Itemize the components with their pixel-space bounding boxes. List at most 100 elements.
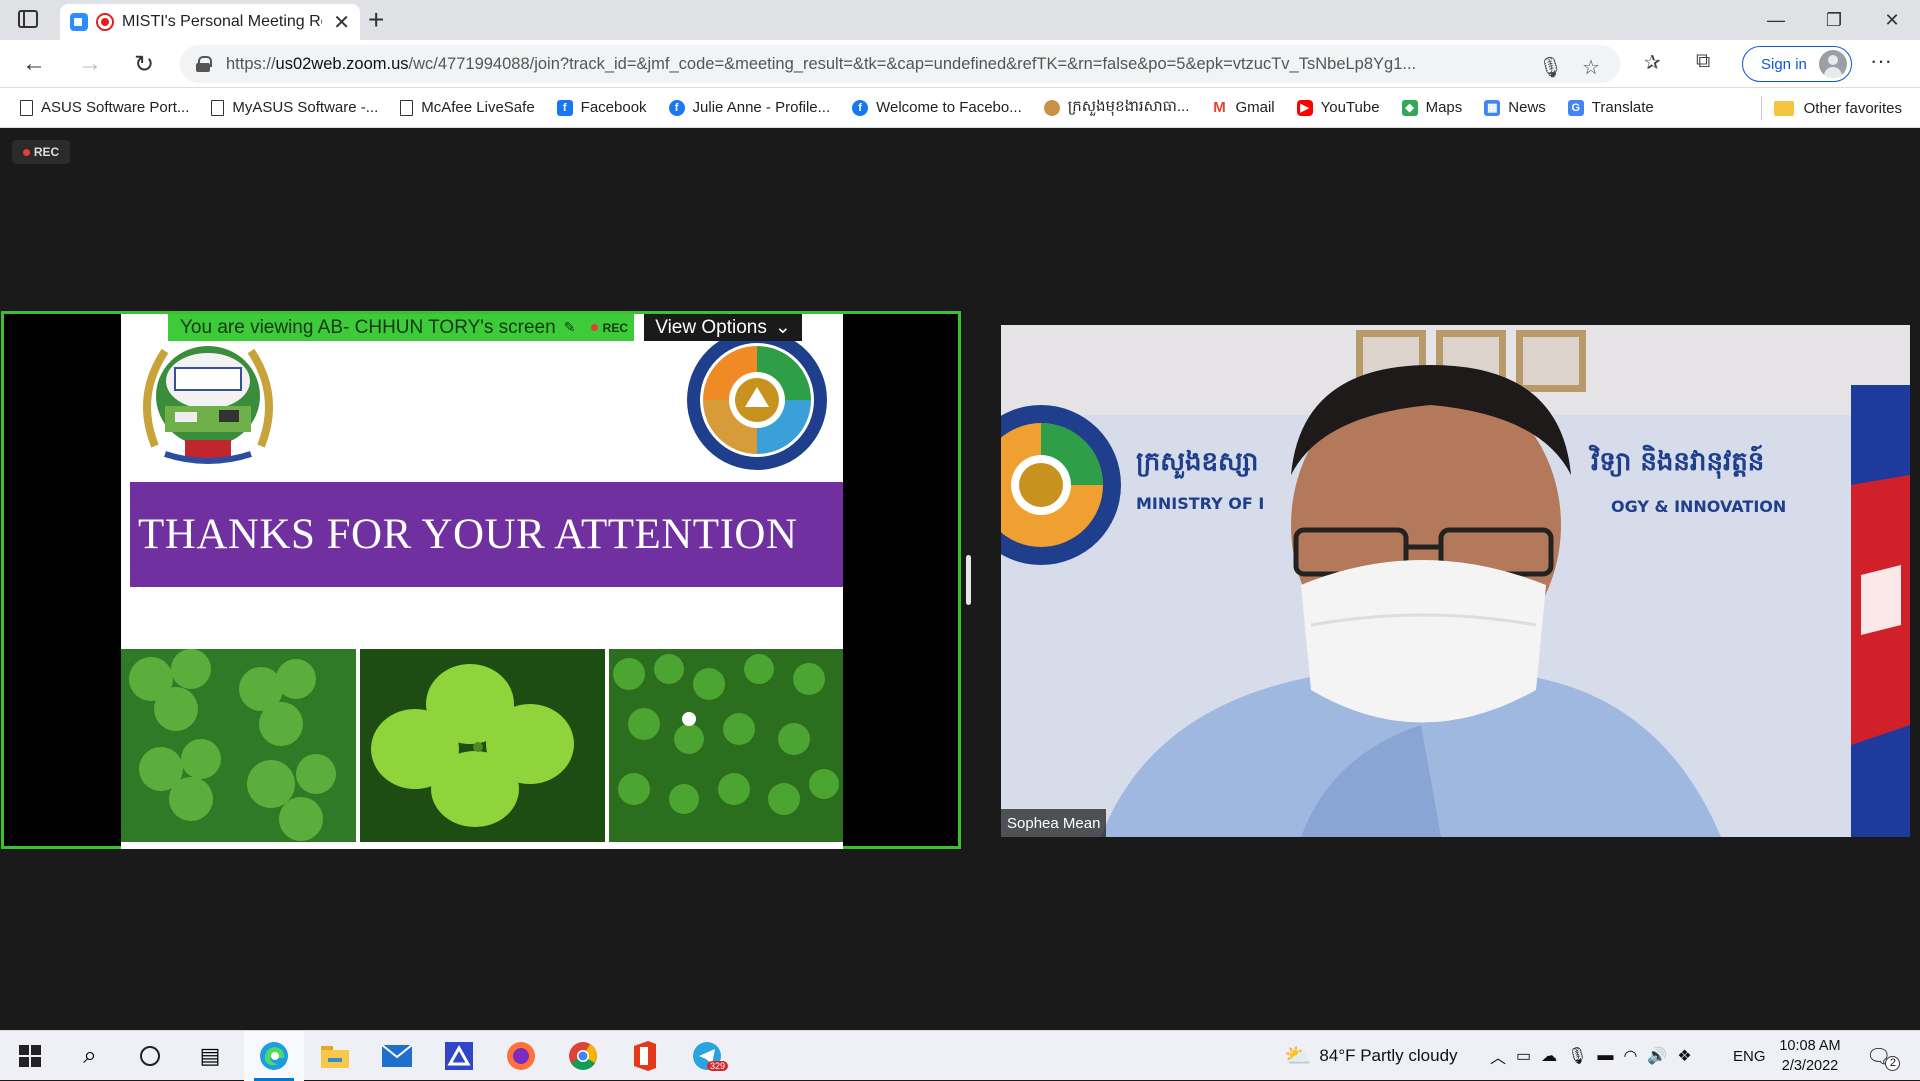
mail-icon (382, 1045, 412, 1067)
bookmark-item[interactable]: ▦ News (1484, 99, 1546, 116)
banner-recording-indicator: REC (590, 321, 628, 335)
favorites-icon[interactable]: ✰ (1644, 50, 1661, 75)
app-icon (445, 1042, 473, 1070)
start-button[interactable] (0, 1031, 60, 1081)
wall-text-innovation: OGY & INNOVATION (1611, 497, 1786, 516)
browser-tab-zoom[interactable]: MISTI's Personal Meeting Room ✕ (60, 4, 360, 40)
cortana-button[interactable] (120, 1031, 180, 1081)
bookmark-item[interactable]: f Welcome to Facebo... (852, 99, 1022, 116)
notification-center-button[interactable]: 🗨 2 (1866, 1031, 1901, 1081)
bookmark-item[interactable]: ▶ YouTube (1296, 99, 1380, 116)
cortana-icon (140, 1046, 160, 1066)
tab-title: MISTI's Personal Meeting Room (122, 13, 322, 30)
taskbar-chrome[interactable] (553, 1031, 613, 1081)
bookmark-item[interactable]: f Facebook (556, 99, 647, 116)
maps-icon: ◆ (1401, 99, 1418, 116)
translate-icon: G (1567, 99, 1584, 116)
firefox-icon (507, 1042, 535, 1070)
other-favorites[interactable]: Other favorites (1760, 96, 1902, 120)
taskbar-file-explorer[interactable] (305, 1031, 365, 1081)
recording-badge[interactable]: REC (12, 140, 70, 164)
microphone-icon[interactable]: 🎙 (1538, 55, 1563, 80)
view-options-button[interactable]: View Options ⌄ (644, 314, 802, 341)
sign-in-button[interactable]: Sign in (1742, 46, 1852, 82)
bookmark-item[interactable]: M Gmail (1211, 98, 1275, 116)
remote-control-icon[interactable]: ✎ (564, 319, 576, 336)
restore-button[interactable]: ❐ (1804, 0, 1864, 40)
wifi-icon[interactable]: ◠ (1623, 1046, 1637, 1066)
add-favorite-icon[interactable]: ☆ (1582, 55, 1600, 80)
agriculture-school-logo-icon (143, 346, 273, 464)
bookmark-item[interactable]: ASUS Software Port... (20, 99, 189, 116)
folder-icon (321, 1046, 349, 1068)
taskbar-telegram[interactable]: 329 (677, 1031, 737, 1081)
address-toolbar: ← → ↻ https://us02web.zoom.us/wc/4771994… (0, 40, 1920, 88)
document-icon (400, 99, 414, 116)
taskbar-mail[interactable] (367, 1031, 427, 1081)
bookmark-item[interactable]: f Julie Anne - Profile... (668, 99, 830, 116)
gmail-icon: M (1211, 98, 1228, 116)
meet-now-icon[interactable]: ▭ (1516, 1046, 1531, 1066)
address-bar[interactable]: https://us02web.zoom.us/wc/4771994088/jo… (180, 45, 1620, 83)
browser-tab-bar: MISTI's Personal Meeting Room ✕ + — ❐ ✕ (0, 0, 1920, 40)
zoom-meeting-area: REC THANKS FOR YOUR ATTENTION You are vi… (0, 128, 1920, 1030)
bookmark-item[interactable]: ក្រសួងមុខងារសាធា... (1043, 97, 1189, 119)
forward-button[interactable]: → (72, 48, 108, 80)
bookmark-item[interactable]: McAfee LiveSafe (400, 99, 535, 116)
participant-video-frame: ក្រសួងឧស្សា MINISTRY OF I វិទ្យា និងនវាន… (1001, 325, 1910, 837)
language-indicator[interactable]: ENG (1733, 1031, 1766, 1081)
dropbox-icon[interactable]: ❖ (1677, 1046, 1691, 1066)
chrome-icon (569, 1042, 597, 1070)
zoom-favicon-icon (70, 13, 88, 31)
favorites-bar: ASUS Software Port... MyASUS Software -..… (0, 88, 1920, 128)
wall-text-khmer-right: វិទ្យា និងនវានុវត្តន៍ (1588, 444, 1764, 479)
taskbar-edge[interactable] (244, 1031, 304, 1081)
bookmark-item[interactable]: ◆ Maps (1401, 99, 1462, 116)
wall-text-ministry: MINISTRY OF I (1136, 494, 1264, 513)
system-tray: ︿ ▭ ☁ 🎙 ▬ ◠ 🔊 ❖ (1490, 1031, 1692, 1081)
taskbar-firefox[interactable] (491, 1031, 551, 1081)
clover-image-center (360, 649, 605, 842)
khmer-emblem-icon (1043, 99, 1060, 116)
close-window-button[interactable]: ✕ (1862, 0, 1920, 40)
chevron-down-icon: ⌄ (774, 317, 791, 338)
task-view-icon: ▤ (199, 1043, 221, 1068)
participant-video[interactable]: ក្រសួងឧស្សា MINISTRY OF I វិទ្យា និងនវាន… (1001, 325, 1910, 837)
taskbar-app[interactable] (429, 1031, 489, 1081)
clock[interactable]: 10:08 AM 2/3/2022 (1778, 1036, 1842, 1076)
document-icon (211, 99, 225, 116)
clover-image-right (609, 649, 843, 842)
volume-icon[interactable]: 🔊 (1647, 1046, 1667, 1066)
new-tab-button[interactable]: + (368, 4, 384, 36)
battery-icon[interactable]: ▬ (1597, 1047, 1613, 1065)
taskbar-office[interactable] (615, 1031, 675, 1081)
refresh-button[interactable]: ↻ (126, 48, 162, 80)
show-hidden-icons-icon[interactable]: ︿ (1490, 1044, 1506, 1068)
shared-screen[interactable]: THANKS FOR YOUR ATTENTION You are viewin… (1, 311, 961, 849)
document-icon (20, 99, 33, 116)
windows-taskbar: ⌕ ▤ 329 ⛅ 84°F Partly cloudy ︿ ▭ ☁ 🎙 ▬ ◠… (0, 1030, 1920, 1081)
onedrive-icon[interactable]: ☁ (1541, 1046, 1557, 1066)
tab-actions-icon[interactable] (18, 10, 38, 28)
recording-icon (96, 13, 114, 31)
back-button[interactable]: ← (16, 48, 52, 80)
microphone-icon[interactable]: 🎙 (1567, 1046, 1587, 1066)
partly-cloudy-icon: ⛅ (1284, 1043, 1312, 1068)
folder-icon (1773, 100, 1794, 116)
collections-icon[interactable]: ⧉ (1696, 50, 1710, 73)
search-button[interactable]: ⌕ (60, 1031, 120, 1081)
close-tab-icon[interactable]: ✕ (333, 10, 350, 35)
search-icon: ⌕ (83, 1042, 97, 1069)
url-text[interactable]: https://us02web.zoom.us/wc/4771994088/jo… (226, 55, 1496, 74)
task-view-button[interactable]: ▤ (180, 1031, 240, 1081)
bookmark-item[interactable]: G Translate (1567, 99, 1654, 116)
bookmark-item[interactable]: MyASUS Software -... (211, 99, 378, 116)
office-icon (634, 1041, 656, 1071)
lock-icon[interactable] (196, 56, 212, 72)
more-options-icon[interactable]: ··· (1870, 48, 1892, 74)
clover-image-left (121, 649, 356, 842)
slide-title-band: THANKS FOR YOUR ATTENTION (130, 482, 843, 587)
minimize-button[interactable]: — (1746, 0, 1806, 40)
weather-widget[interactable]: ⛅ 84°F Partly cloudy (1284, 1031, 1458, 1081)
split-view-resize-handle[interactable] (966, 555, 971, 605)
